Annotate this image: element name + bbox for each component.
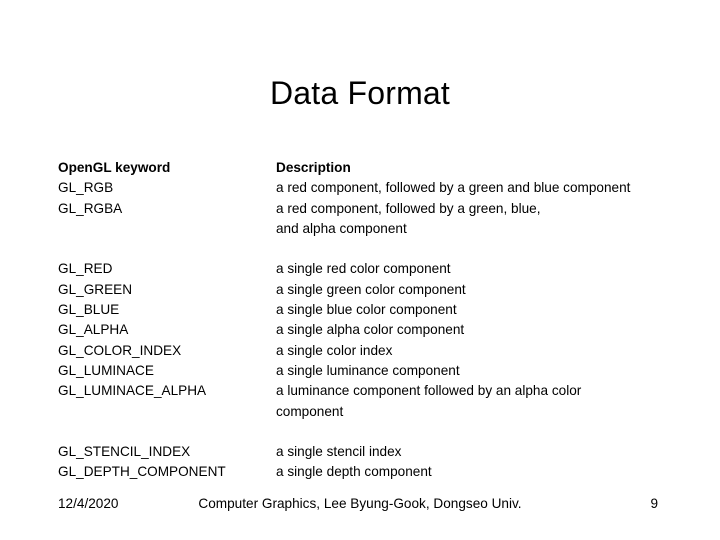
cell-keyword: GL_LUMINACE xyxy=(58,362,154,378)
table-row: GL_RGBA a red component, followed by a g… xyxy=(58,199,658,219)
cell-keyword: GL_GREEN xyxy=(58,281,133,297)
data-format-table: OpenGL keyword Description GL_RGB a red … xyxy=(58,158,658,483)
cell-keyword: GL_STENCIL_INDEX xyxy=(58,444,191,460)
cell-description: a single alpha color component xyxy=(276,322,465,338)
cell-description: component xyxy=(276,403,344,419)
footer-attribution: Computer Graphics, Lee Byung-Gook, Dongs… xyxy=(198,496,522,511)
cell-keyword: GL_RGB xyxy=(58,180,114,196)
table-row-spacer xyxy=(58,239,658,259)
page-title: Data Format xyxy=(269,75,451,111)
table-row-spacer xyxy=(58,422,658,442)
table-row: GL_STENCIL_INDEX a single stencil index xyxy=(58,442,658,462)
table-header-row: OpenGL keyword Description xyxy=(58,158,658,178)
cell-keyword: GL_ALPHA xyxy=(58,322,129,338)
table-row: GL_LUMINACE a single luminance component xyxy=(58,361,658,381)
table-row: GL_BLUE a single blue color component xyxy=(58,300,658,320)
table-row: and alpha component xyxy=(58,219,658,239)
table-row: GL_ALPHA a single alpha color component xyxy=(58,320,658,340)
cell-keyword: GL_BLUE xyxy=(58,302,120,318)
footer-page-number: 9 xyxy=(650,496,658,511)
table-row: GL_DEPTH_COMPONENT a single depth compon… xyxy=(58,462,658,482)
cell-description: a single green color component xyxy=(276,281,466,297)
cell-keyword: GL_DEPTH_COMPONENT xyxy=(58,464,226,480)
table-row: GL_RED a single red color component xyxy=(58,259,658,279)
cell-description: a red component, followed by a green, bl… xyxy=(276,200,541,216)
column-header-description: Description xyxy=(276,160,351,175)
column-header-opengl-keyword: OpenGL keyword xyxy=(58,160,171,175)
cell-description: a single blue color component xyxy=(276,302,457,318)
cell-description: a single luminance component xyxy=(276,362,460,378)
cell-description: a red component, followed by a green and… xyxy=(276,180,631,196)
cell-description: and alpha component xyxy=(276,220,407,236)
table-row: GL_LUMINACE_ALPHA a luminance component … xyxy=(58,381,658,401)
cell-description: a single red color component xyxy=(276,261,451,277)
cell-description: a single stencil index xyxy=(276,444,402,460)
cell-description: a single depth component xyxy=(276,464,432,480)
cell-description: a single color index xyxy=(276,342,393,358)
table-row: GL_RGB a red component, followed by a gr… xyxy=(58,178,658,198)
table-row: component xyxy=(58,402,658,422)
cell-keyword: GL_RED xyxy=(58,261,113,277)
slide: Data Format OpenGL keyword Description G… xyxy=(0,0,720,540)
table-row: GL_COLOR_INDEX a single color index xyxy=(58,341,658,361)
cell-keyword: GL_RGBA xyxy=(58,200,123,216)
slide-footer: 12/4/2020 Computer Graphics, Lee Byung-G… xyxy=(0,494,720,514)
table-row: GL_GREEN a single green color component xyxy=(58,280,658,300)
cell-keyword: GL_LUMINACE_ALPHA xyxy=(58,383,207,399)
cell-description: a luminance component followed by an alp… xyxy=(276,383,582,399)
cell-keyword: GL_COLOR_INDEX xyxy=(58,342,182,358)
